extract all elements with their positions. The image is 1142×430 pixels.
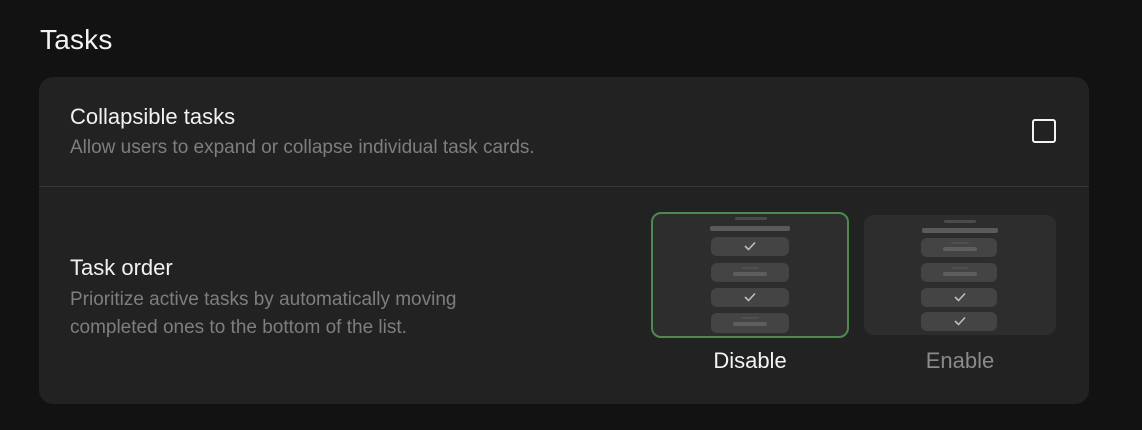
task-order-title: Task order bbox=[70, 255, 173, 280]
enable-label: Enable bbox=[925, 348, 995, 373]
check-icon bbox=[744, 241, 756, 251]
disable-label: Disable bbox=[713, 348, 787, 373]
task-card-active bbox=[711, 313, 789, 333]
task-order-option-disable[interactable]: Disable bbox=[651, 212, 849, 373]
task-card-active bbox=[921, 238, 997, 257]
task-card-active bbox=[921, 263, 997, 282]
task-card-completed bbox=[921, 312, 997, 331]
check-icon bbox=[954, 292, 966, 302]
collapsible-tasks-checkbox[interactable] bbox=[1032, 119, 1056, 143]
row-divider bbox=[39, 186, 1089, 187]
disable-preview bbox=[651, 212, 849, 338]
task-card-completed bbox=[711, 237, 789, 256]
collapsible-tasks-title: Collapsible tasks bbox=[70, 104, 236, 129]
check-icon bbox=[954, 316, 966, 326]
collapsible-tasks-description: Allow users to expand or collapse indivi… bbox=[70, 137, 535, 158]
task-card-completed bbox=[921, 288, 997, 307]
check-icon bbox=[744, 292, 756, 302]
collapsible-tasks-row: Collapsible tasks Allow users to expand … bbox=[39, 77, 1089, 186]
tasks-settings-card: Collapsible tasks Allow users to expand … bbox=[39, 77, 1089, 404]
enable-preview bbox=[864, 215, 1056, 335]
task-order-description-line2: completed ones to the bottom of the list… bbox=[70, 317, 407, 338]
task-order-description-line1: Prioritize active tasks by automatically… bbox=[70, 289, 457, 310]
section-title: Tasks bbox=[40, 24, 113, 55]
task-order-option-enable[interactable]: Enable bbox=[864, 215, 1056, 375]
task-card-completed bbox=[711, 288, 789, 307]
task-card-active bbox=[711, 263, 789, 282]
